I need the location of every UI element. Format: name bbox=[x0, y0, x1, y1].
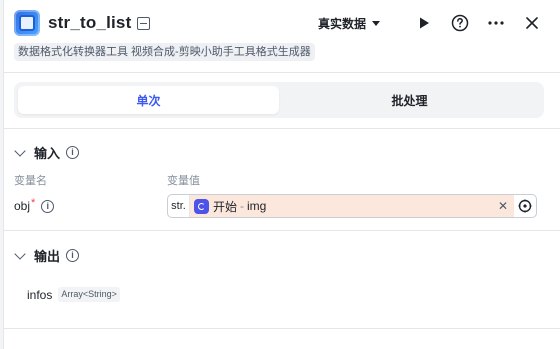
output-variable-name: infos bbox=[27, 287, 53, 302]
param-name: obj * i bbox=[14, 197, 55, 213]
info-circle-icon[interactable]: i bbox=[66, 249, 80, 262]
chevron-down-icon bbox=[14, 247, 26, 260]
node-description: 数据格式化转换器工具 视频合成-剪映小助手工具格式生成器 bbox=[14, 43, 315, 61]
divider bbox=[4, 328, 560, 329]
node-panel: str_to_list 真实数据 数据格式化转换器工具 视频合成-剪映小助手工具… bbox=[4, 0, 560, 349]
divider bbox=[4, 72, 560, 73]
data-source-select[interactable]: 真实数据 bbox=[318, 15, 380, 32]
required-mark: * bbox=[31, 197, 36, 209]
more-horizontal-icon bbox=[488, 21, 504, 25]
column-label-value: 变量值 bbox=[167, 175, 200, 187]
run-mode-tabs: 单次 批处理 bbox=[14, 82, 544, 118]
input-section-header[interactable]: 输入 i bbox=[14, 143, 80, 162]
chevron-down-icon bbox=[14, 144, 26, 157]
question-circle-icon bbox=[451, 14, 469, 32]
output-variable: infos Array<String> bbox=[27, 287, 120, 302]
divider bbox=[4, 230, 560, 231]
panel-header: str_to_list 真实数据 bbox=[14, 8, 544, 38]
divider bbox=[4, 128, 560, 129]
column-label-name: 变量名 bbox=[14, 175, 47, 187]
output-heading: 输出 bbox=[34, 249, 61, 264]
run-button[interactable] bbox=[412, 11, 436, 35]
variable-reference-chip[interactable]: 开始 - img ✕ bbox=[190, 195, 514, 217]
ref-separator: - bbox=[240, 199, 245, 213]
param-name-label: obj bbox=[14, 199, 31, 213]
close-icon bbox=[526, 17, 538, 29]
input-heading: 输入 bbox=[34, 146, 61, 161]
start-node-icon bbox=[194, 198, 209, 214]
data-source-label: 真实数据 bbox=[317, 16, 366, 31]
type-tag[interactable]: str. bbox=[168, 195, 190, 217]
param-value-field[interactable]: str. 开始 - img ✕ bbox=[167, 194, 537, 218]
more-button[interactable] bbox=[484, 11, 508, 35]
select-reference-button[interactable] bbox=[514, 195, 536, 217]
panel-title: str_to_list bbox=[48, 13, 132, 32]
tab-single[interactable]: 单次 bbox=[18, 86, 279, 114]
help-button[interactable] bbox=[448, 11, 472, 35]
panel-icon[interactable] bbox=[137, 16, 151, 30]
app-logo-icon bbox=[14, 10, 40, 36]
tab-batch[interactable]: 批处理 bbox=[279, 86, 540, 114]
output-section-header[interactable]: 输出 i bbox=[14, 246, 80, 265]
clear-icon[interactable]: ✕ bbox=[498, 199, 508, 213]
play-icon bbox=[420, 17, 429, 29]
target-icon bbox=[518, 199, 532, 213]
info-circle-icon[interactable]: i bbox=[41, 199, 55, 213]
ref-source: 开始 bbox=[213, 199, 238, 214]
ref-field: img bbox=[247, 199, 267, 213]
caret-down-icon bbox=[372, 20, 380, 26]
info-circle-icon[interactable]: i bbox=[66, 146, 80, 159]
output-type-badge: Array<String> bbox=[58, 287, 120, 302]
close-button[interactable] bbox=[520, 11, 544, 35]
